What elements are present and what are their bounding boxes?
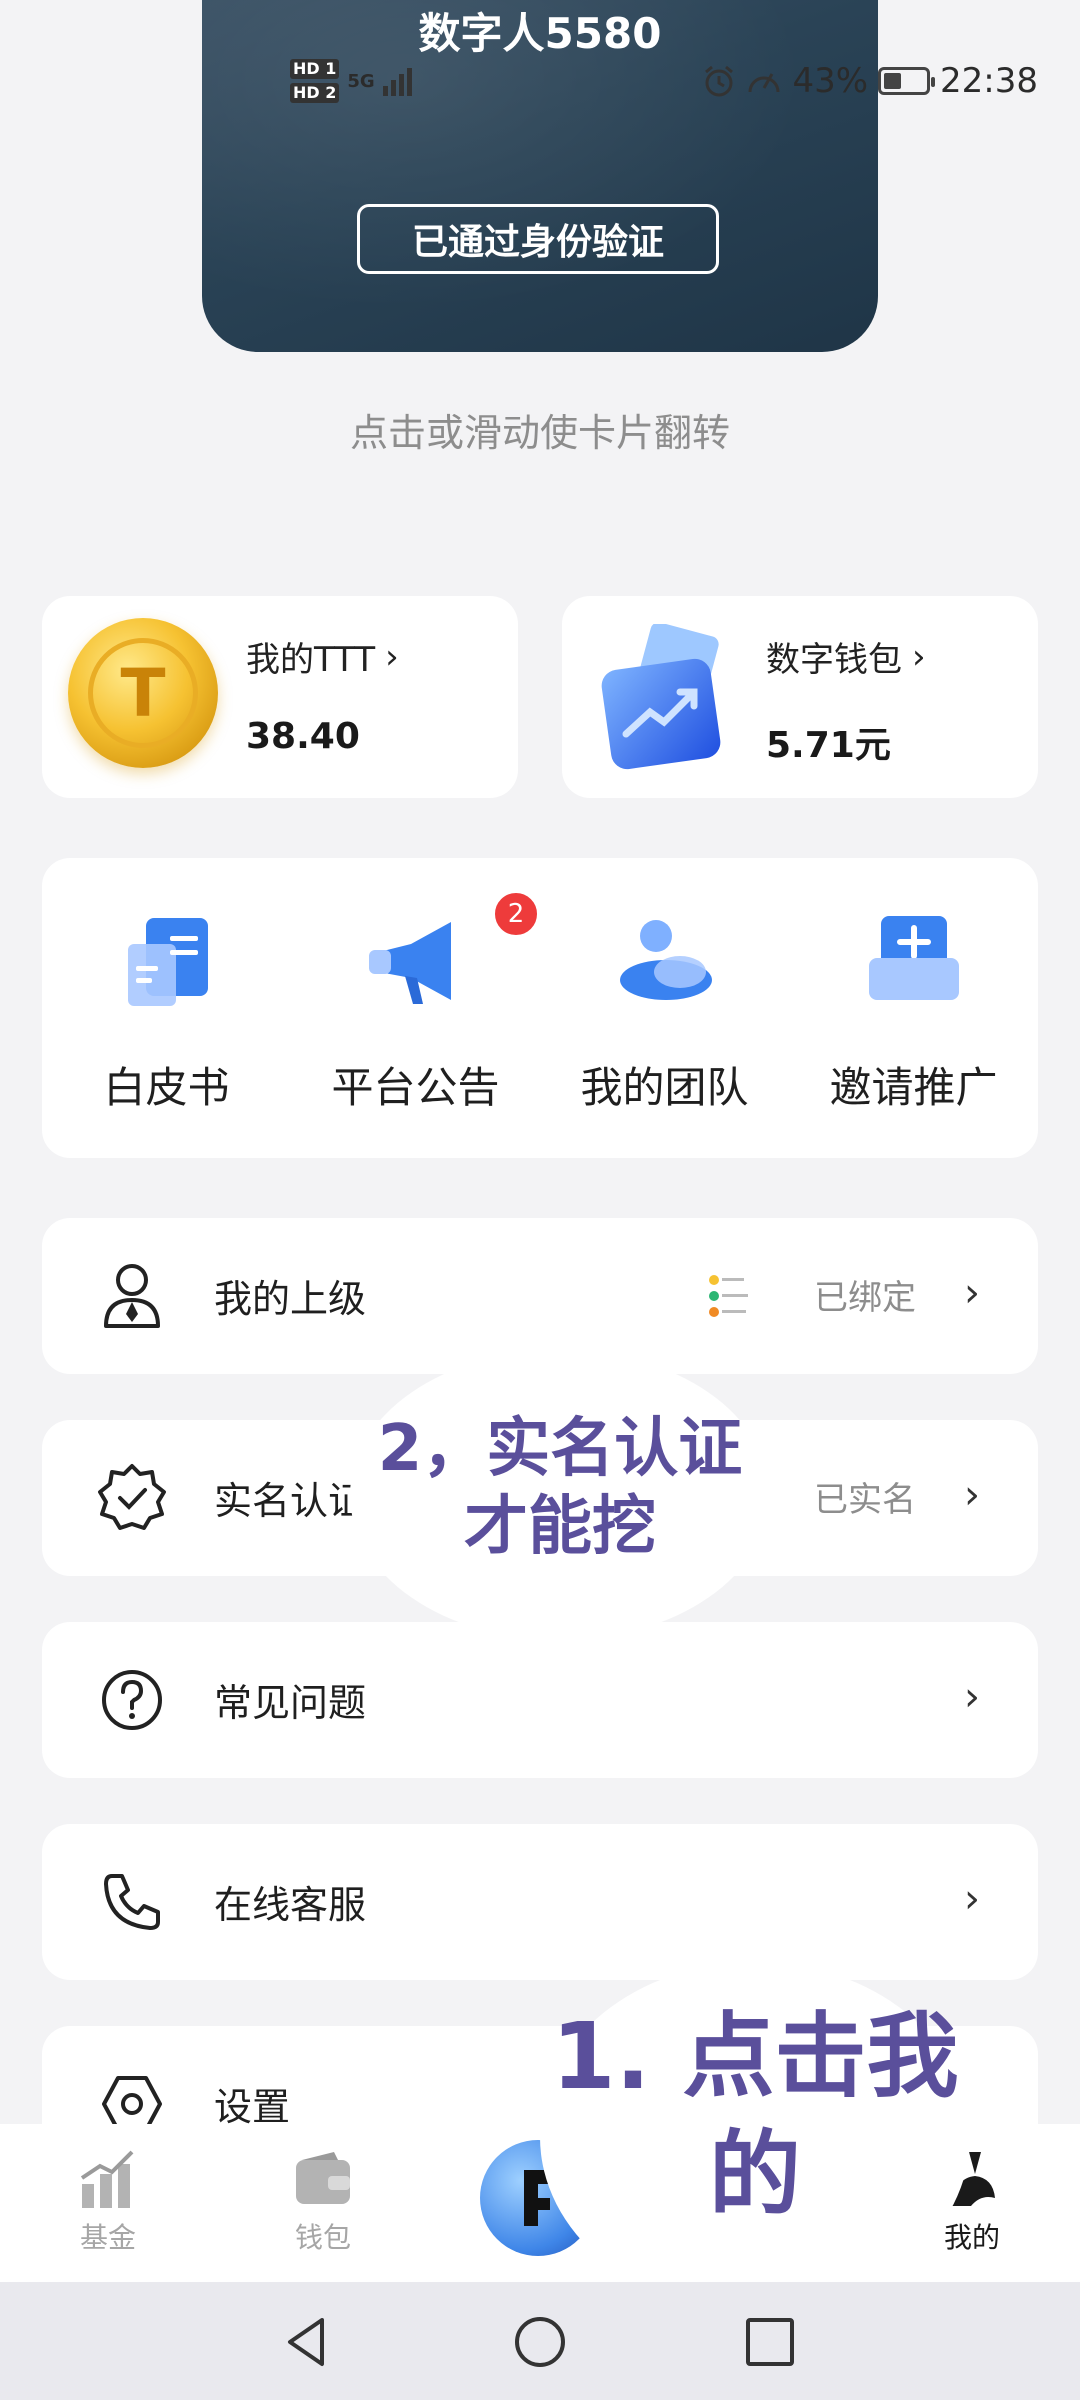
quick-action-label: 邀请推广 — [829, 1063, 998, 1112]
question-icon — [102, 1670, 162, 1730]
quick-action-label: 白皮书 — [103, 1063, 230, 1112]
wallet-title: 数字钱包 › — [766, 632, 926, 681]
annotation-step1: 1. 点击我的 — [540, 1962, 970, 2312]
status-bar-right: 43% 22:38 — [702, 56, 1038, 106]
hd2-icon: HD 2 — [290, 83, 340, 103]
ttt-value: 38.40 — [246, 716, 360, 757]
ttt-title-label: 我的TTT — [246, 640, 376, 680]
coin-letter: T — [88, 638, 198, 748]
row-status: 已绑定 — [814, 1278, 916, 1318]
annotation-step2: 2，实名认证才能挖 — [350, 1350, 770, 1640]
digital-wallet-icon — [601, 624, 721, 770]
row-label: 实名认证 — [214, 1479, 367, 1523]
status-bar-left: HD 1 HD 2 5G — [290, 56, 419, 106]
wallet-icon — [296, 2152, 350, 2204]
row-label: 在线客服 — [214, 1883, 367, 1927]
phone-icon — [104, 1874, 160, 1930]
verified-badge-icon — [98, 1464, 166, 1530]
quick-action-label: 平台公告 — [331, 1063, 500, 1112]
alarm-icon — [705, 65, 734, 97]
tab-label: 基金 — [79, 2221, 136, 2254]
wallet-title-label: 数字钱包 — [766, 640, 902, 680]
row-label: 设置 — [214, 2085, 291, 2129]
quick-action-announcements[interactable]: 平台公告 — [291, 908, 540, 1115]
recent-icon[interactable] — [742, 2314, 798, 2370]
card-flip-hint: 点击或滑动使卡片翻转 — [349, 411, 730, 455]
quick-action-label: 我的团队 — [580, 1063, 749, 1112]
quick-actions-panel: 白皮书 平台公告 2 我的团队 邀请推广 — [42, 858, 1038, 1158]
notification-badge: 2 — [492, 890, 540, 938]
card-name: 数字人5580 — [418, 9, 662, 58]
identity-verified-button[interactable]: 已通过身份验证 — [357, 204, 719, 274]
clock: 22:38 — [940, 61, 1038, 101]
quick-action-team[interactable]: 我的团队 — [540, 908, 789, 1115]
team-icon — [619, 920, 712, 1000]
tab-fund[interactable]: 基金 — [33, 2148, 183, 2256]
list-item-faq[interactable]: 常见问题 › — [42, 1622, 1038, 1778]
row-label: 常见问题 — [214, 1681, 367, 1725]
system-nav-bar — [0, 2282, 1080, 2400]
identity-card[interactable]: 数字人5580 已通过身份验证 — [202, 0, 878, 352]
tab-label: 钱包 — [294, 2221, 351, 2254]
superior-thumbnail — [706, 1270, 758, 1328]
megaphone-icon — [368, 922, 451, 1004]
ttt-title: 我的TTT › — [246, 632, 399, 681]
ttt-coin-icon: T — [68, 618, 218, 768]
chevron-right-icon: › — [964, 1876, 980, 1922]
chevron-right-icon: › — [385, 636, 399, 677]
signal-icon — [382, 68, 412, 96]
back-icon[interactable] — [280, 2314, 336, 2370]
row-status: 已实名 — [814, 1480, 916, 1520]
home-icon[interactable] — [512, 2314, 568, 2370]
whitepaper-icon — [127, 918, 208, 1006]
annotation-step1-text: 1. 点击我的 — [551, 2003, 959, 2228]
ttt-asset-card[interactable]: T 我的TTT › 38.40 — [42, 596, 518, 798]
digital-wallet-card[interactable]: 数字钱包 › 5.71元 — [562, 596, 1038, 798]
invite-icon — [868, 916, 959, 1000]
battery-icon — [878, 67, 936, 95]
wallet-value: 5.71元 — [766, 725, 891, 766]
user-tie-icon — [104, 1264, 160, 1328]
hd1-icon: HD 1 — [290, 59, 340, 79]
network-type: 5G — [347, 70, 375, 92]
chevron-right-icon: › — [912, 636, 926, 677]
chevron-right-icon: › — [964, 1674, 980, 1720]
battery-percent: 43% — [792, 61, 869, 101]
quick-action-invite[interactable]: 邀请推广 — [789, 908, 1038, 1115]
tab-wallet[interactable]: 钱包 — [248, 2148, 398, 2256]
battery-fill — [884, 73, 902, 89]
speed-icon — [748, 73, 780, 93]
quick-action-whitepaper[interactable]: 白皮书 — [42, 908, 291, 1115]
chart-icon — [80, 2150, 134, 2208]
annotation-step2-text: 2，实名认证才能挖 — [377, 1412, 743, 1564]
list-item-online-support[interactable]: 在线客服 › — [42, 1824, 1038, 1980]
row-label: 我的上级 — [214, 1277, 367, 1321]
chevron-right-icon: › — [964, 1270, 980, 1316]
chevron-right-icon: › — [964, 1472, 980, 1518]
